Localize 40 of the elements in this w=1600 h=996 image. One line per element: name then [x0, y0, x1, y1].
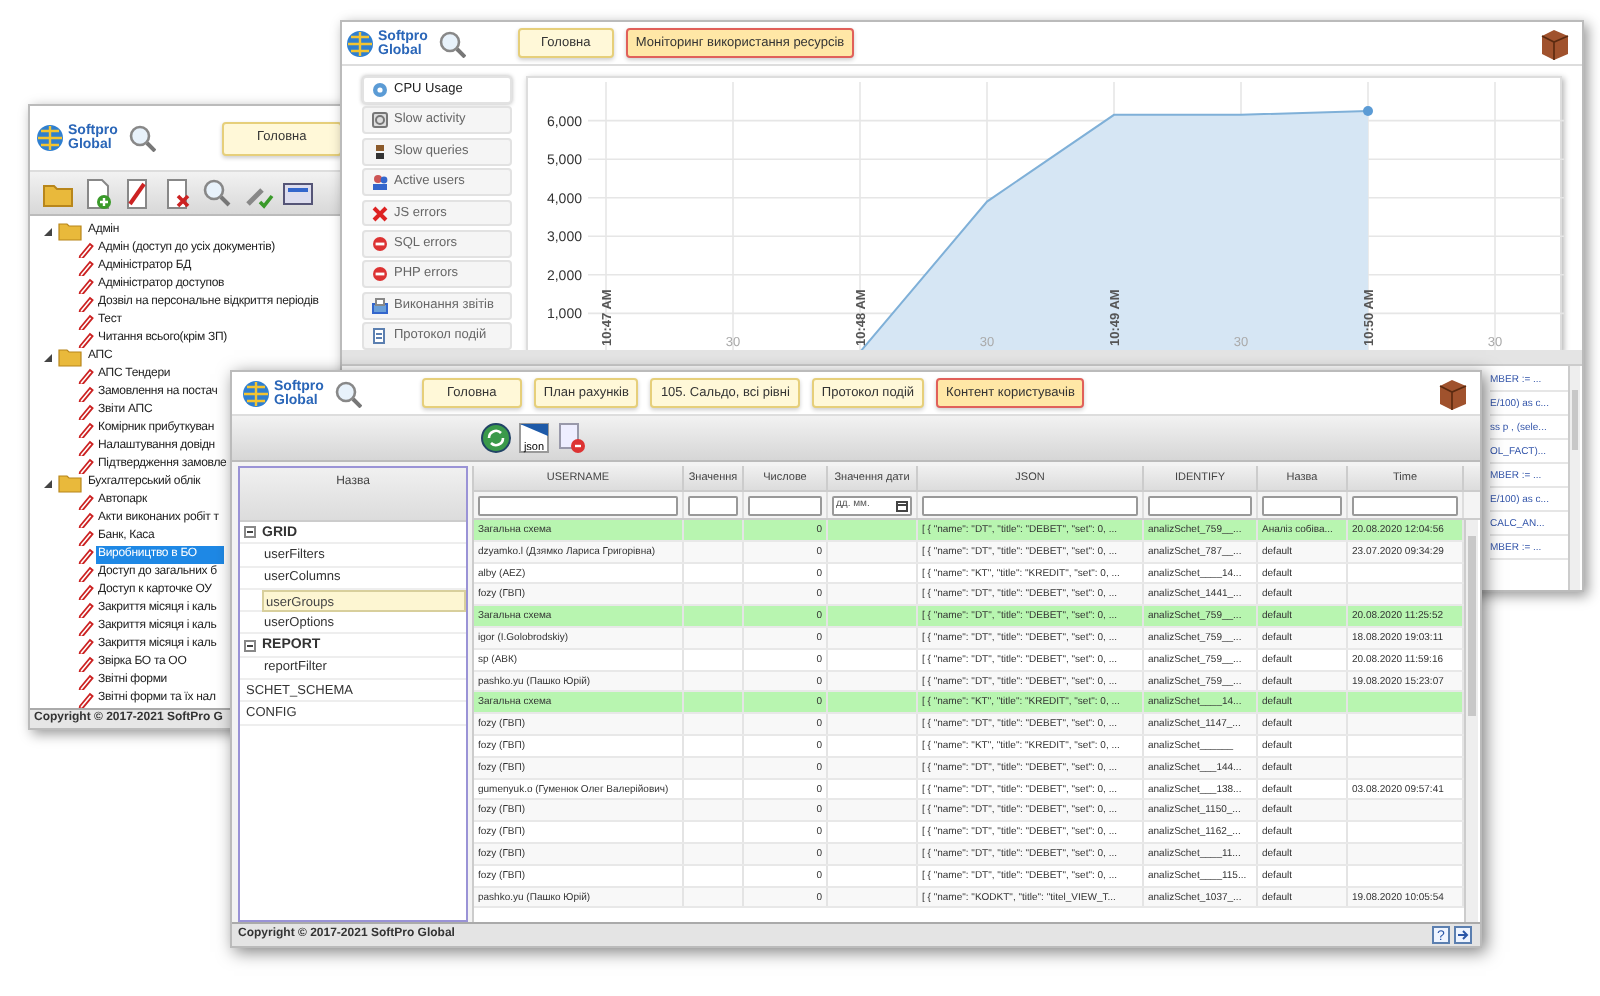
cube-icon [1436, 377, 1468, 409]
calendar-icon [896, 499, 908, 511]
folder-icon [58, 472, 82, 494]
users-icon [372, 174, 388, 191]
document-icon [372, 328, 388, 345]
refresh-icon[interactable] [480, 422, 512, 454]
stop-icon [372, 266, 388, 283]
search-icon [127, 124, 156, 153]
delete-document-icon[interactable] [162, 177, 194, 210]
expanded-arrow-icon[interactable] [42, 477, 54, 489]
collapse-icon[interactable] [244, 526, 256, 539]
data-point[interactable] [1363, 106, 1373, 116]
filter-field[interactable] [748, 495, 822, 515]
expanded-arrow-icon[interactable] [42, 351, 54, 363]
folder-icon [58, 220, 82, 242]
filter-field[interactable] [688, 495, 738, 515]
new-document-icon[interactable] [82, 177, 114, 210]
search-icon [437, 29, 466, 57]
filter-field[interactable] [1262, 495, 1342, 515]
stop-icon [372, 235, 388, 252]
filter-field[interactable] [922, 495, 1138, 515]
scrollbar[interactable] [1568, 366, 1580, 590]
scrollbar[interactable] [1464, 520, 1478, 922]
globe-logo-icon [242, 379, 270, 407]
folder-icon [58, 346, 82, 368]
collapse-icon[interactable] [244, 639, 256, 652]
filter-field[interactable] [1352, 495, 1458, 515]
expanded-arrow-icon[interactable] [42, 225, 54, 237]
filter-field[interactable] [1148, 495, 1252, 515]
exit-icon[interactable] [1454, 926, 1472, 944]
form-icon[interactable] [282, 177, 314, 210]
cube-icon [1538, 27, 1570, 59]
filter-field[interactable] [478, 495, 678, 515]
printer-icon [372, 297, 388, 314]
globe-logo-icon [346, 29, 374, 57]
globe-logo-icon [36, 124, 64, 153]
search-icon[interactable] [202, 177, 234, 210]
delete-file-icon[interactable] [556, 422, 588, 454]
search-icon [333, 379, 362, 407]
cross-icon [372, 205, 388, 221]
